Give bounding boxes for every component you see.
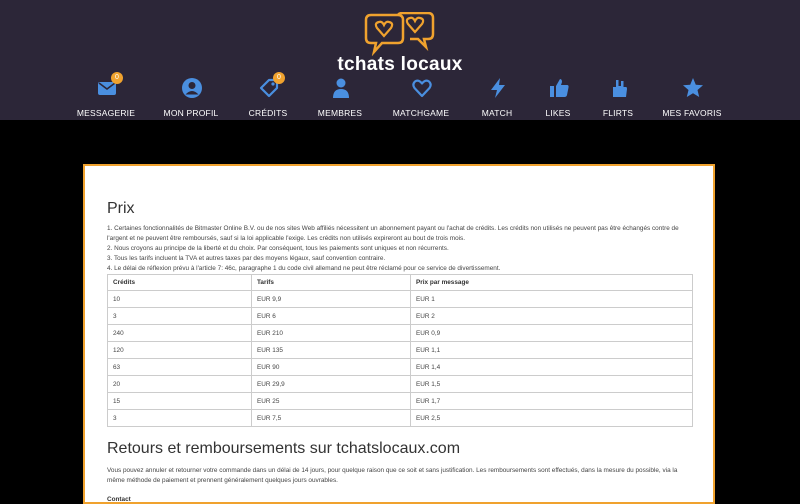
cell-credits: 15: [107, 392, 252, 410]
column-header: Crédits: [107, 274, 252, 291]
column-header: Prix par message: [410, 274, 693, 291]
content-card: Prix 1. Certaines fonctionnalités de Bit…: [83, 164, 715, 504]
cell-prix-message: EUR 2: [410, 307, 693, 325]
prix-line: 3. Tous les tarifs incluent la TVA et au…: [107, 255, 386, 262]
cell-credits: 3: [107, 307, 252, 325]
speech-hearts-icon: [364, 12, 435, 56]
prices-table: Crédits Tarifs Prix par message 10 EUR 9…: [107, 274, 693, 427]
cell-credits: 20: [107, 375, 252, 393]
table-row: 15 EUR 25 EUR 1,7: [107, 392, 693, 410]
cell-credits: 63: [107, 358, 252, 376]
user-circle-icon: [182, 78, 202, 98]
retours-title: Retours et remboursements sur tchatsloca…: [107, 440, 461, 457]
prix-line: 1. Certaines fonctionnalités de Bitmaste…: [107, 225, 679, 242]
cell-prix-message: EUR 1,1: [410, 341, 693, 359]
cell-tarif: EUR 210: [251, 324, 411, 342]
cell-credits: 120: [107, 341, 252, 359]
cell-prix-message: EUR 1: [410, 290, 693, 308]
cell-tarif: EUR 135: [251, 341, 411, 359]
table-row: 20 EUR 29,9 EUR 1,5: [107, 375, 693, 393]
cell-prix-message: EUR 1,4: [410, 358, 693, 376]
table-row: 10 EUR 9,9 EUR 1: [107, 290, 693, 308]
prix-line: 4. Le délai de réflexion prévu à l'artic…: [107, 265, 501, 272]
cell-tarif: EUR 29,9: [251, 375, 411, 393]
hand-icon: [613, 80, 627, 97]
retours-paragraph: Vous pouvez annuler et retourner votre c…: [107, 467, 678, 484]
cell-prix-message: EUR 1,5: [410, 375, 693, 393]
nav-item-mes-favoris[interactable]: MES FAVORIS: [642, 74, 742, 120]
table-row: 3 EUR 7,5 EUR 2,5: [107, 409, 693, 427]
messagerie-badge: 0: [111, 72, 123, 84]
table-header-row: Crédits Tarifs Prix par message: [107, 274, 693, 291]
nav-label: MES FAVORIS: [662, 108, 722, 118]
cell-tarif: EUR 25: [251, 392, 411, 410]
heart-icon: [412, 79, 432, 98]
prix-title: Prix: [107, 200, 135, 217]
credits-badge: 0: [273, 72, 285, 84]
cell-prix-message: EUR 0,9: [410, 324, 693, 342]
cell-tarif: EUR 90: [251, 358, 411, 376]
table-row: 63 EUR 90 EUR 1,4: [107, 358, 693, 376]
cell-credits: 240: [107, 324, 252, 342]
cell-tarif: EUR 7,5: [251, 409, 411, 427]
table-row: 240 EUR 210 EUR 0,9: [107, 324, 693, 342]
cell-tarif: EUR 6: [251, 307, 411, 325]
top-header: tchats locaux 0 MESSAGERIE MON PROFIL 0 …: [0, 0, 800, 120]
lightning-icon: [491, 78, 505, 98]
star-icon: [683, 78, 703, 97]
table-row: 120 EUR 135 EUR 1,1: [107, 341, 693, 359]
cell-credits: 3: [107, 409, 252, 427]
main-nav: 0 MESSAGERIE MON PROFIL 0 CRÉDITS MEMBRE…: [0, 72, 800, 120]
prix-line: 2. Nous croyons au principe de la libert…: [107, 245, 449, 252]
cell-prix-message: EUR 2,5: [410, 409, 693, 427]
cell-prix-message: EUR 1,7: [410, 392, 693, 410]
cell-credits: 10: [107, 290, 252, 308]
thumbs-up-icon: [550, 79, 569, 97]
cell-tarif: EUR 9,9: [251, 290, 411, 308]
prix-paragraph: 1. Certaines fonctionnalités de Bitmaste…: [107, 224, 695, 274]
column-header: Tarifs: [251, 274, 411, 291]
table-row: 3 EUR 6 EUR 2: [107, 307, 693, 325]
person-icon: [333, 78, 349, 98]
site-logo[interactable]: tchats locaux: [0, 8, 800, 75]
